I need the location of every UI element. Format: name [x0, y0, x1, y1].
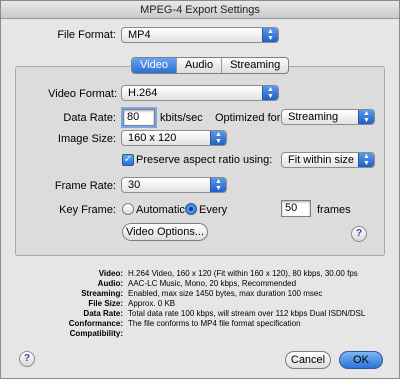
- frame-rate-value: 30: [128, 179, 141, 191]
- export-settings-window: MPEG-4 Export Settings File Format: MP4 …: [0, 0, 400, 379]
- file-format-label: File Format:: [57, 29, 116, 41]
- file-format-popup[interactable]: MP4 ▲ ▼: [121, 27, 279, 43]
- summary-value: Approx. 0 KB: [128, 299, 176, 308]
- summary-value: Enabled, max size 1450 bytes, max durati…: [128, 289, 323, 298]
- key-frame-label: Key Frame:: [59, 204, 116, 216]
- optimized-for-popup[interactable]: Streaming ▲ ▼: [281, 109, 375, 125]
- image-size-label: Image Size:: [57, 133, 116, 145]
- summary-value: AAC-LC Music, Mono, 20 kbps, Recommended: [128, 279, 297, 288]
- tab-video[interactable]: Video: [132, 58, 177, 73]
- panel-help-icon[interactable]: ?: [351, 226, 367, 242]
- summary-value: The file conforms to MP4 file format spe…: [128, 319, 301, 328]
- optimized-for-label: Optimized for:: [215, 112, 284, 124]
- optimized-for-value: Streaming: [288, 111, 339, 123]
- summary-label: Audio:: [97, 279, 123, 288]
- popup-arrows-icon: ▲ ▼: [262, 28, 278, 42]
- summary-label: Streaming:: [81, 289, 123, 298]
- popup-arrows-icon: ▲ ▼: [262, 86, 278, 100]
- data-rate-field[interactable]: 80: [121, 107, 157, 128]
- window-title: MPEG-4 Export Settings: [1, 1, 399, 19]
- data-rate-unit: kbits/sec: [160, 112, 203, 124]
- popup-arrows-icon: ▲ ▼: [358, 110, 374, 124]
- key-frame-every-label: Every: [199, 204, 228, 216]
- video-format-popup[interactable]: H.264 ▲ ▼: [121, 85, 279, 101]
- preserve-aspect-value: Fit within size: [288, 154, 355, 166]
- image-size-value: 160 x 120: [128, 132, 177, 144]
- frame-rate-popup[interactable]: 30 ▲ ▼: [121, 177, 227, 193]
- ok-button[interactable]: OK: [339, 351, 383, 369]
- key-frame-automatic-radio[interactable]: [122, 203, 134, 215]
- popup-arrows-icon: ▲ ▼: [358, 153, 374, 167]
- video-options-button[interactable]: Video Options...: [122, 223, 208, 241]
- popup-arrows-icon: ▲ ▼: [210, 178, 226, 192]
- summary-label: Video:: [98, 269, 123, 278]
- popup-arrows-icon: ▲ ▼: [210, 131, 226, 145]
- key-frame-unit: frames: [317, 204, 351, 216]
- key-frame-every-radio[interactable]: [185, 203, 197, 215]
- file-format-value: MP4: [128, 29, 151, 41]
- summary-label: File Size:: [88, 299, 123, 308]
- summary-label: Conformance:: [68, 319, 123, 328]
- tab-streaming[interactable]: Streaming: [222, 58, 288, 73]
- video-format-value: H.264: [128, 87, 158, 99]
- video-format-label: Video Format:: [48, 88, 117, 100]
- image-size-popup[interactable]: 160 x 120 ▲ ▼: [121, 130, 227, 146]
- settings-tabs: Video Audio Streaming: [131, 57, 290, 74]
- preserve-aspect-label: Preserve aspect ratio using:: [136, 154, 273, 166]
- key-frame-automatic-label: Automatic: [136, 204, 185, 216]
- tab-audio[interactable]: Audio: [177, 58, 223, 73]
- summary-value: Total data rate 100 kbps, will stream ov…: [128, 309, 366, 318]
- frame-rate-label: Frame Rate:: [54, 180, 116, 192]
- key-frame-interval-field[interactable]: 50: [281, 200, 311, 217]
- preserve-aspect-popup[interactable]: Fit within size ▲ ▼: [281, 152, 375, 168]
- summary-label: Data Rate:: [83, 309, 123, 318]
- cancel-button[interactable]: Cancel: [285, 351, 331, 369]
- summary-value: H.264 Video, 160 x 120 (Fit within 160 x…: [128, 269, 358, 278]
- summary-label: Compatibility:: [69, 329, 123, 338]
- window-help-icon[interactable]: ?: [19, 351, 35, 367]
- preserve-aspect-checkbox[interactable]: ✓: [122, 154, 134, 166]
- data-rate-label: Data Rate:: [63, 112, 116, 124]
